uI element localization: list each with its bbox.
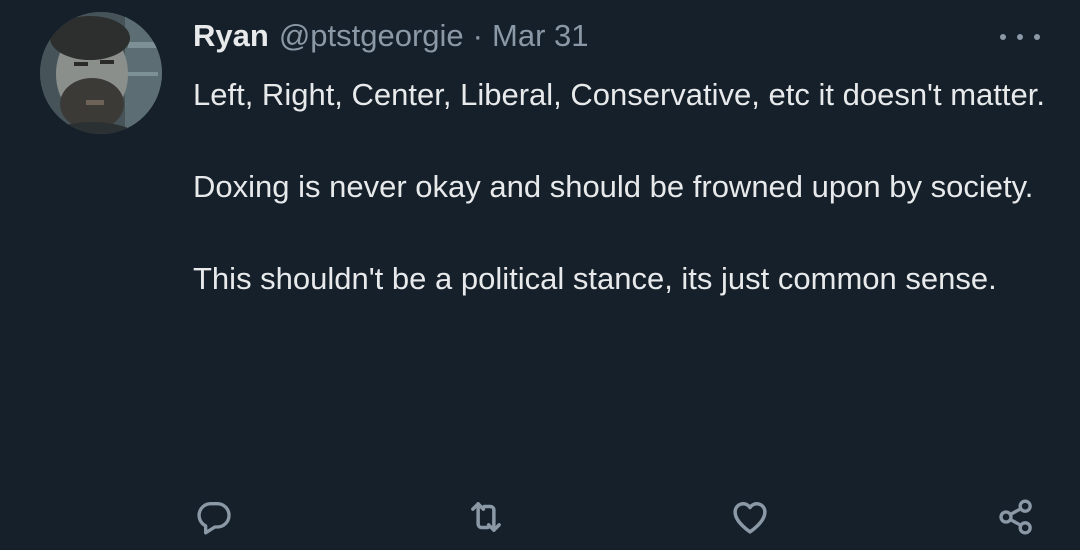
avatar[interactable]: [40, 12, 162, 134]
tweet-paragraph: Left, Right, Center, Liberal, Conservati…: [193, 77, 1045, 112]
reply-icon[interactable]: [192, 495, 236, 539]
more-dot: [1000, 34, 1006, 40]
header-separator: ·: [472, 18, 483, 53]
author-handle[interactable]: @ptstgeorgie: [279, 18, 464, 54]
tweet-paragraph: Doxing is never okay and should be frown…: [193, 169, 1034, 204]
more-dots-icon[interactable]: [1000, 22, 1040, 52]
more-dot: [1034, 34, 1040, 40]
tweet-header: Ryan @ptstgeorgie · Mar 31: [193, 18, 588, 62]
tweet: Ryan @ptstgeorgie · Mar 31 Left, Right, …: [0, 0, 1080, 550]
tweet-actions: [0, 495, 1080, 545]
tweet-paragraph: This shouldn't be a political stance, it…: [193, 261, 997, 296]
tweet-text: Left, Right, Center, Liberal, Conservati…: [193, 72, 1053, 302]
retweet-icon[interactable]: [464, 495, 508, 539]
share-icon[interactable]: [994, 495, 1038, 539]
avatar-photo: [40, 12, 162, 134]
author-name[interactable]: Ryan: [193, 18, 269, 54]
tweet-date[interactable]: Mar 31: [492, 18, 588, 54]
more-dot: [1017, 34, 1023, 40]
like-icon[interactable]: [728, 495, 772, 539]
